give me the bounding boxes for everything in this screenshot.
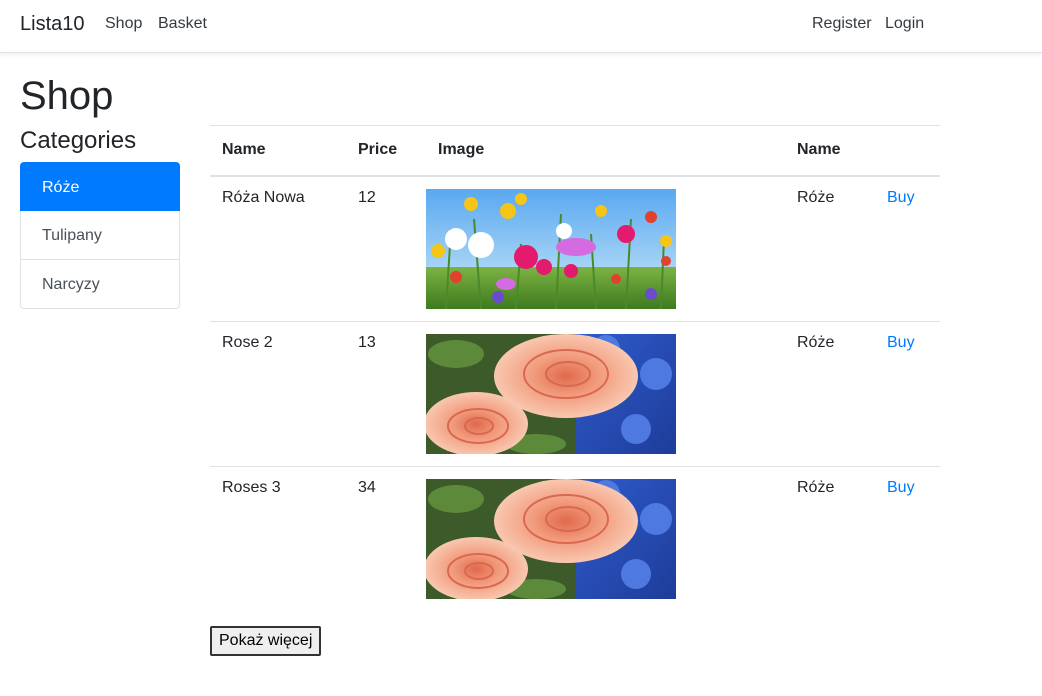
product-category: Róże bbox=[785, 175, 875, 322]
header-image: Image bbox=[426, 125, 785, 177]
product-name: Rose 2 bbox=[210, 321, 346, 467]
category-item-tulipany[interactable]: Tulipany bbox=[20, 211, 180, 260]
buy-cell: Buy bbox=[875, 321, 940, 467]
header-name: Name bbox=[210, 125, 346, 177]
product-price: 13 bbox=[346, 321, 426, 467]
nav-link-register[interactable]: Register bbox=[812, 15, 872, 33]
categories-heading: Categories bbox=[20, 127, 137, 154]
product-price: 12 bbox=[346, 175, 426, 322]
product-name: Róża Nowa bbox=[210, 175, 346, 322]
top-navbar: Lista10 Shop Basket Register Login bbox=[0, 0, 1042, 53]
table-row: Rose 2 13 Róże Buy bbox=[210, 321, 940, 467]
category-list: Róże Tulipany Narcyzy bbox=[20, 162, 180, 309]
buy-link[interactable]: Buy bbox=[887, 479, 915, 496]
product-image-cell bbox=[426, 175, 785, 322]
product-name: Roses 3 bbox=[222, 478, 281, 496]
peach-roses-photo bbox=[426, 478, 676, 599]
header-category-name: Name bbox=[785, 125, 875, 177]
nav-link-login[interactable]: Login bbox=[885, 15, 924, 33]
buy-cell: Buy bbox=[875, 175, 940, 322]
header-action bbox=[875, 125, 940, 177]
wildflowers-photo bbox=[426, 188, 676, 309]
product-image-cell bbox=[426, 466, 785, 611]
header-price: Price bbox=[346, 125, 426, 177]
peach-roses-photo bbox=[426, 333, 676, 454]
product-price: 34 bbox=[358, 478, 376, 496]
show-more-button[interactable]: Pokaż więcej bbox=[210, 626, 322, 656]
buy-link[interactable]: Buy bbox=[887, 189, 915, 206]
brand-link[interactable]: Lista10 bbox=[20, 13, 85, 36]
table-row: Róża Nowa 12 Róże Buy bbox=[210, 175, 940, 322]
nav-link-shop[interactable]: Shop bbox=[105, 15, 142, 33]
nav-link-basket[interactable]: Basket bbox=[158, 15, 207, 33]
product-category: Róże bbox=[785, 321, 875, 467]
product-image-cell bbox=[426, 321, 785, 467]
buy-link[interactable]: Buy bbox=[887, 334, 915, 351]
category-item-narcyzy[interactable]: Narcyzy bbox=[20, 260, 180, 309]
table-row: Roses 3 34 Róże Buy bbox=[210, 466, 940, 611]
page-title: Shop bbox=[20, 74, 114, 118]
category-item-roze[interactable]: Róże bbox=[20, 162, 180, 211]
products-table-wrapper: Name Price Image Name Róża Nowa 12 Róże … bbox=[210, 125, 940, 611]
table-header-row: Name Price Image Name bbox=[210, 125, 940, 177]
products-table: Name Price Image Name Róża Nowa 12 Róże … bbox=[210, 125, 940, 611]
product-category: Róże bbox=[797, 478, 835, 496]
buy-cell: Buy bbox=[875, 466, 940, 611]
